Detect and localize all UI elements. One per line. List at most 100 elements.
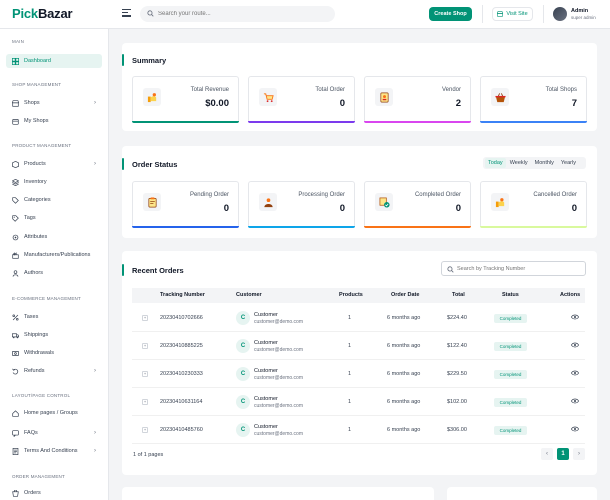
customer-avatar: C [236, 423, 250, 437]
table-row[interactable]: + 20230410885225 C Customer customer@dem… [132, 332, 585, 360]
eye-icon[interactable] [571, 342, 579, 348]
tab-yearly[interactable]: Yearly [558, 158, 579, 168]
table-row[interactable]: + 20230410230333 C Customer customer@dem… [132, 360, 585, 388]
expand-row-icon[interactable]: + [142, 315, 148, 321]
sidebar-item-faqs[interactable]: FAQs › [6, 426, 102, 440]
customer-name: Customer [254, 396, 278, 402]
section-heading: PRODUCT MANAGEMENT [12, 143, 72, 148]
table-row[interactable]: + 20230410485760 C Customer customer@dem… [132, 416, 585, 444]
sidebar-item-refunds[interactable]: Refunds › [6, 364, 102, 378]
stat-total-order: Total Order 0 [248, 76, 355, 123]
expand-row-icon[interactable]: + [142, 371, 148, 377]
column-header[interactable]: Status [502, 292, 519, 298]
tab-monthly[interactable]: Monthly [532, 158, 557, 168]
product-icon [12, 160, 19, 168]
sidebar-item-withdrawals[interactable]: Withdrawals [6, 346, 102, 360]
page-number-button[interactable]: 1 [557, 448, 569, 460]
chevron-right-icon: › [94, 161, 96, 167]
divider [543, 5, 544, 23]
sidebar-item-authors[interactable]: Authors [6, 266, 102, 280]
tab-today[interactable]: Today [485, 158, 506, 168]
sidebar-item-manufacturers[interactable]: Manufacturers/Publications [6, 248, 102, 262]
tracking-number: 20230410631164 [160, 399, 203, 405]
sidebar-item-home-pages[interactable]: Home pages / Groups [6, 406, 102, 420]
summary-title: Summary [121, 54, 167, 66]
categories-icon [12, 196, 19, 204]
avatar[interactable] [553, 7, 567, 21]
eye-icon[interactable] [571, 314, 579, 320]
tracking-search-input[interactable] [457, 262, 582, 275]
processing-order-icon [259, 193, 277, 211]
stat-value: $0.00 [205, 98, 229, 109]
order-total: $102.00 [447, 399, 467, 405]
search-icon [447, 266, 454, 273]
sidebar-item-my-shops[interactable]: My Shops [6, 114, 102, 128]
status-badge: Completed [494, 426, 527, 435]
expand-row-icon[interactable]: + [142, 343, 148, 349]
sidebar-item-categories[interactable]: Categories [6, 193, 102, 207]
expand-row-icon[interactable]: + [142, 399, 148, 405]
logo[interactable]: PickBazar [12, 6, 73, 21]
tab-weekly[interactable]: Weekly [507, 158, 531, 168]
status-badge: Completed [494, 342, 527, 351]
sidebar-item-taxes[interactable]: Taxes [6, 310, 102, 324]
stat-label: Vendor [441, 87, 461, 93]
orders-table-header: Tracking Number Customer Products Order … [132, 288, 585, 303]
sidebar-item-terms[interactable]: Terms And Conditions › [6, 444, 102, 458]
user-role: super admin [571, 15, 596, 20]
route-search-input[interactable] [158, 6, 328, 22]
table-row[interactable]: + 20230410702666 C Customer customer@dem… [132, 304, 585, 332]
create-shop-button[interactable]: Create Shop [429, 7, 472, 21]
customer-email: customer@demo.com [254, 403, 303, 409]
next-page-button[interactable]: › [573, 448, 585, 460]
tracking-number: 20230410702666 [160, 315, 203, 321]
column-header[interactable]: Customer [236, 292, 262, 298]
stat-bar [364, 226, 471, 228]
stat-bar [480, 121, 587, 123]
eye-icon[interactable] [571, 370, 579, 376]
author-icon [12, 269, 19, 277]
status-badge: Completed [494, 314, 527, 323]
completed-order-icon [375, 193, 393, 211]
refund-icon [12, 368, 19, 374]
visit-site-button[interactable]: Visit Site [492, 7, 533, 21]
order-total: $224.40 [447, 315, 467, 321]
sidebar-item-orders[interactable]: Orders [6, 486, 102, 500]
recent-orders-title: Recent Orders [122, 264, 184, 276]
prev-page-button[interactable]: ‹ [541, 448, 553, 460]
section-heading: SHOP MANAGEMENT [12, 82, 62, 87]
stat-value: 7 [571, 98, 577, 109]
chevron-right-icon: › [94, 430, 96, 436]
top-bar: PickBazar Create Shop Visit Site Admin s… [0, 0, 610, 29]
vendor-icon [375, 88, 393, 106]
order-date: 6 months ago [387, 427, 421, 433]
menu-toggle-icon[interactable] [122, 9, 131, 17]
shop-icon [12, 99, 19, 107]
tax-icon [12, 313, 19, 321]
tracking-number: 20230410485760 [160, 427, 203, 433]
eye-icon[interactable] [571, 426, 579, 432]
sidebar-item-tags[interactable]: Tags [6, 211, 102, 225]
sidebar-item-dashboard[interactable]: Dashboard [6, 54, 102, 68]
column-header[interactable]: Tracking Number [160, 292, 205, 298]
sidebar-item-shops[interactable]: Shops › [6, 96, 102, 110]
customer-avatar: C [236, 367, 250, 381]
sidebar-item-attributes[interactable]: Attributes [6, 230, 102, 244]
column-header[interactable]: Total [452, 292, 465, 298]
sidebar-item-inventory[interactable]: Inventory [6, 175, 102, 189]
eye-icon[interactable] [571, 398, 579, 404]
summary-card: Summary Total Revenue $0.00 Total Order … [121, 43, 597, 131]
column-header[interactable]: Products [339, 292, 363, 298]
sidebar-item-products[interactable]: Products › [6, 157, 102, 171]
order-total: $229.50 [447, 371, 467, 377]
order-total: $122.40 [447, 343, 467, 349]
revenue-icon [143, 88, 161, 106]
table-row[interactable]: + 20230410631164 C Customer customer@dem… [132, 388, 585, 416]
order-date: 6 months ago [387, 315, 421, 321]
column-header[interactable]: Order Date [391, 292, 419, 298]
sidebar-item-shippings[interactable]: Shippings [6, 328, 102, 342]
stat-label: Total Revenue [190, 87, 229, 93]
expand-row-icon[interactable]: + [142, 427, 148, 433]
tracking-number: 20230410230333 [160, 371, 203, 377]
column-header[interactable]: Actions [560, 292, 580, 298]
